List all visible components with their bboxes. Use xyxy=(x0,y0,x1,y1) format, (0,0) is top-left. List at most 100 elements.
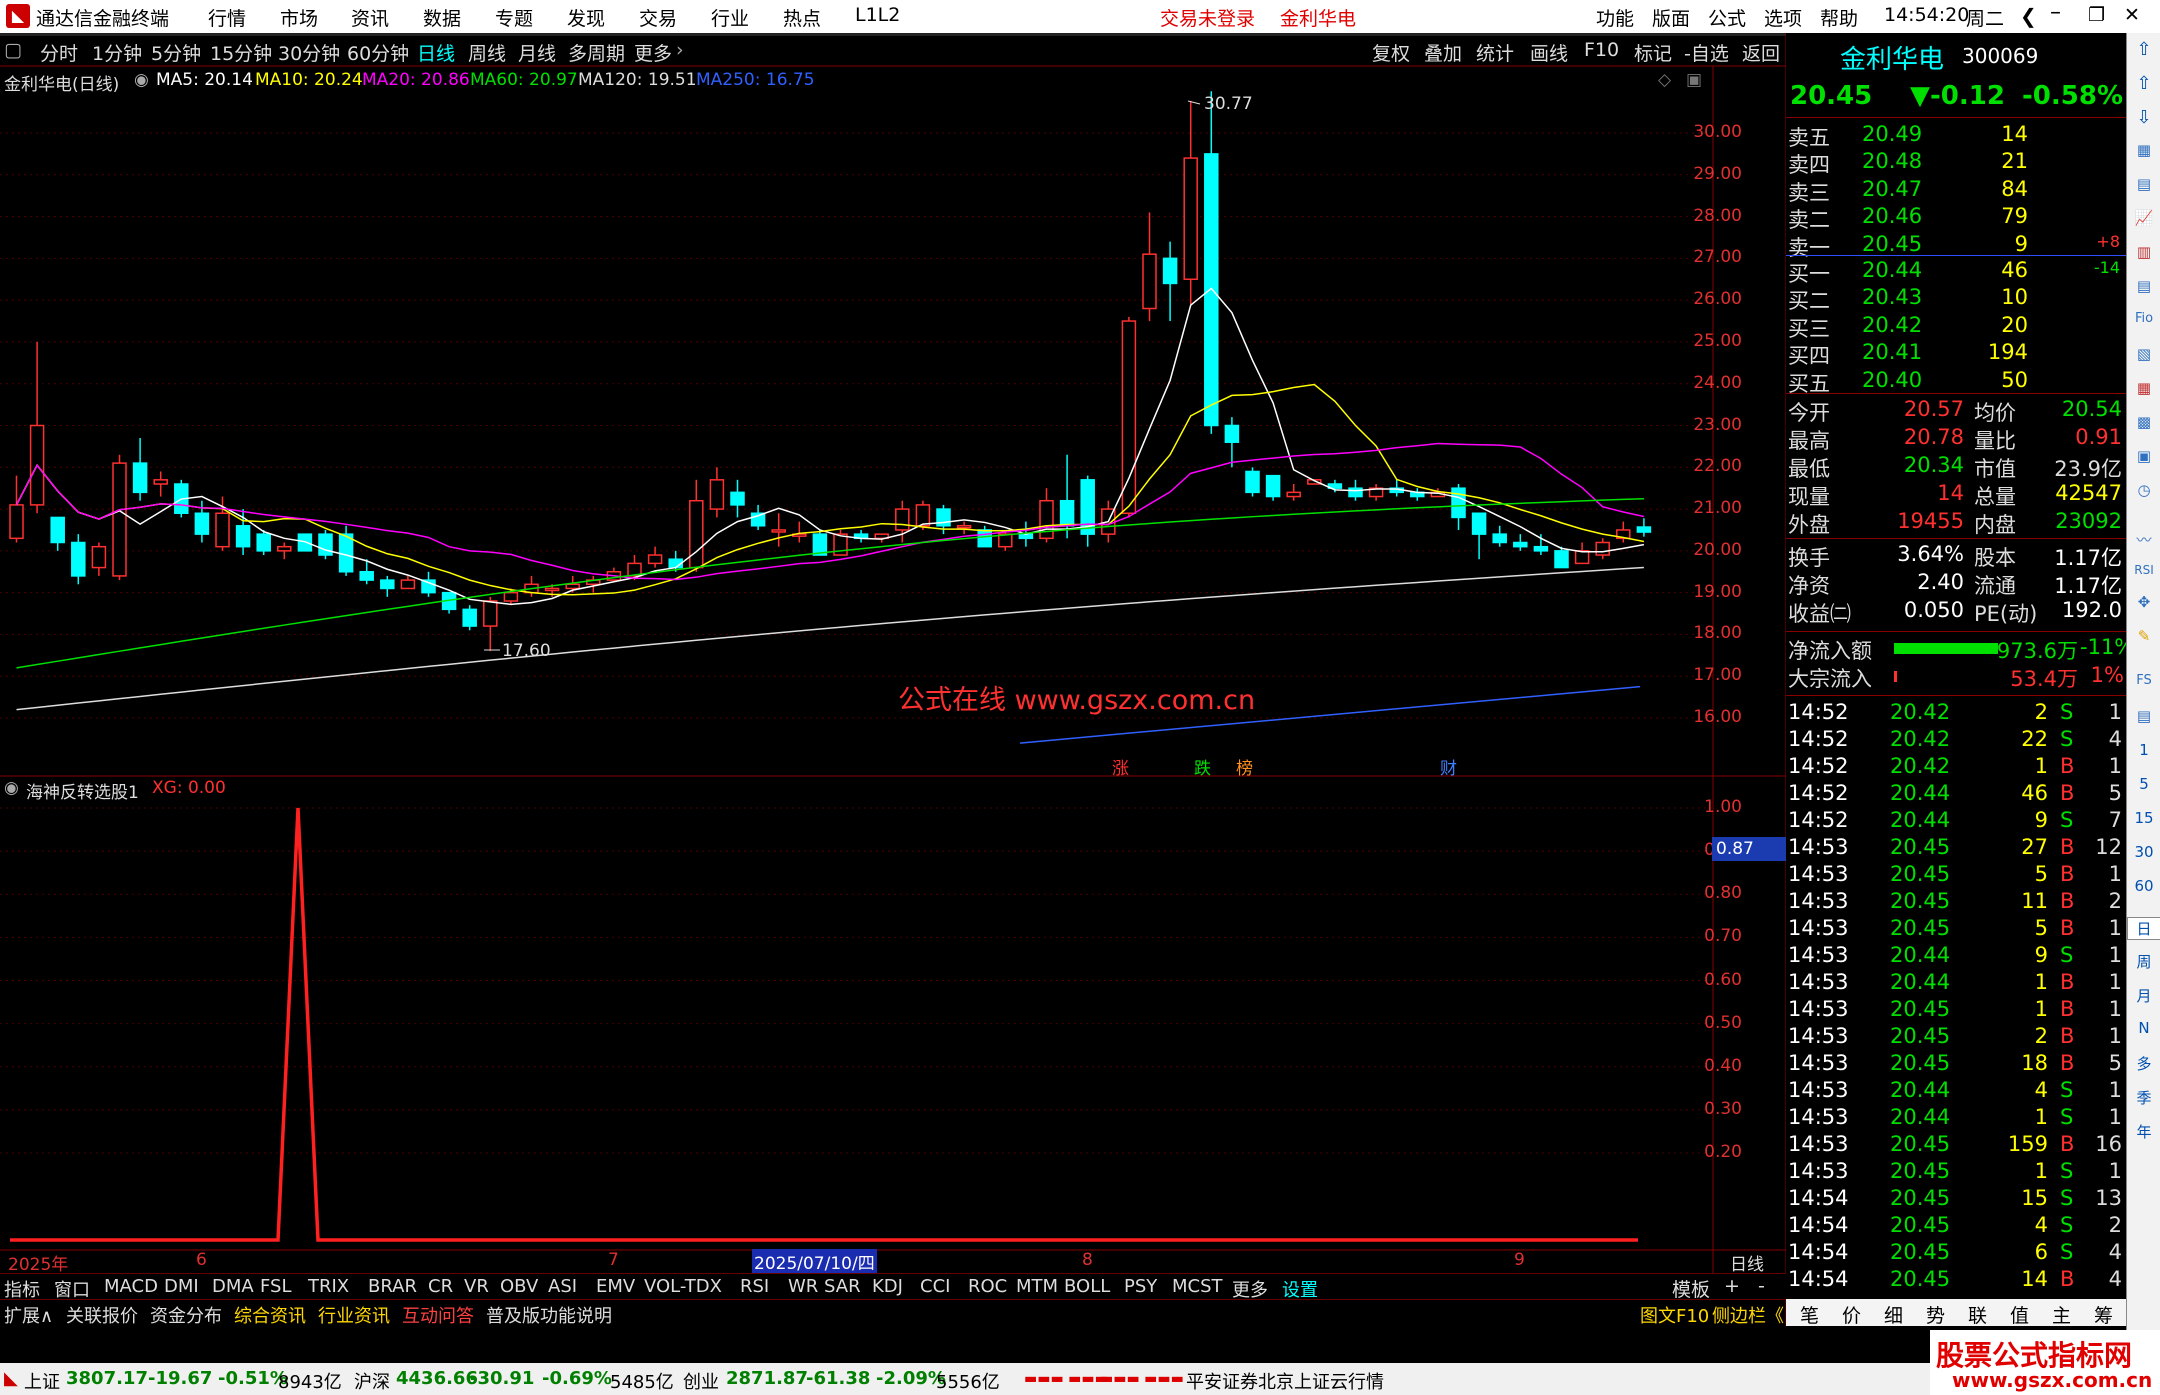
indicator-tab-5[interactable]: FSL xyxy=(260,1276,292,1297)
sidebar-grid-icon[interactable]: ▦ xyxy=(2127,141,2160,159)
tool-biaoji[interactable]: 标记 xyxy=(1634,39,1672,66)
back-icon[interactable]: ❮ xyxy=(2020,4,2037,28)
marker-cai[interactable]: 财 xyxy=(1440,754,1457,779)
menu-banmian[interactable]: 版面 xyxy=(1652,4,1690,31)
sidebar-fs[interactable]: FS xyxy=(2127,673,2160,688)
remove-indicator-button[interactable]: - xyxy=(1758,1275,1765,1297)
indicator-tab-11[interactable]: ASI xyxy=(548,1276,577,1297)
right-tab-2[interactable]: 细 xyxy=(1884,1301,1903,1328)
sidebar-quarter[interactable]: 季 xyxy=(2127,1087,2160,1108)
indicator-tab-22[interactable]: PSY xyxy=(1124,1276,1157,1297)
sidebar-30min[interactable]: 30 xyxy=(2127,843,2160,861)
menu-redian[interactable]: 热点 xyxy=(783,4,821,31)
add-indicator-button[interactable]: + xyxy=(1724,1275,1740,1297)
sidebar-table-icon[interactable]: ▤ xyxy=(2127,175,2160,193)
sidebar-kline-icon[interactable]: ▥ xyxy=(2127,243,2160,261)
tool-fanhui[interactable]: 返回 xyxy=(1742,39,1780,66)
indicator-tab-15[interactable]: WR xyxy=(788,1276,818,1297)
sidebar-news-icon[interactable]: ▦ xyxy=(2127,379,2160,397)
sidebar-arrow-up2-icon[interactable]: ⇧ xyxy=(2127,73,2160,94)
period-fenshi[interactable]: 分时 xyxy=(40,39,78,66)
sidebar-5min[interactable]: 5 xyxy=(2127,775,2160,793)
sidebar-rsi[interactable]: RSI xyxy=(2127,563,2160,577)
indicator-tab-14[interactable]: RSI xyxy=(740,1276,769,1297)
bottom-tab-4[interactable]: 行业资讯 xyxy=(318,1302,390,1328)
period-60min[interactable]: 60分钟 xyxy=(347,39,409,66)
right-tab-6[interactable]: 主 xyxy=(2052,1301,2071,1328)
sidebar-15min[interactable]: 15 xyxy=(2127,809,2160,827)
window-icon[interactable]: ▣ xyxy=(1686,70,1702,90)
settings-circle-icon[interactable]: ◉ xyxy=(134,70,149,90)
sidebar-clock-icon[interactable]: ◷ xyxy=(2127,481,2160,499)
tool-zixuan[interactable]: -自选 xyxy=(1684,39,1729,66)
period-weekly[interactable]: 周线 xyxy=(468,39,506,66)
indicator-tab-17[interactable]: KDJ xyxy=(872,1276,903,1297)
indicator-tab-7[interactable]: BRAR xyxy=(368,1276,417,1297)
right-tab-0[interactable]: 笔 xyxy=(1800,1301,1819,1328)
indicator-tab-20[interactable]: MTM xyxy=(1016,1276,1058,1297)
right-tab-4[interactable]: 联 xyxy=(1968,1301,1987,1328)
sidebar-f2-icon[interactable]: ▩ xyxy=(2127,413,2160,431)
menu-l1l2[interactable]: L1L2 xyxy=(855,4,900,26)
indicator-tab-16[interactable]: SAR xyxy=(824,1276,861,1297)
period-multi[interactable]: 多周期 xyxy=(568,39,625,66)
sidebar-60min[interactable]: 60 xyxy=(2127,877,2160,895)
period-15min[interactable]: 15分钟 xyxy=(210,39,272,66)
indicator-tab-9[interactable]: VR xyxy=(464,1276,489,1297)
chevron-right-icon[interactable]: › xyxy=(676,39,684,61)
menu-jiaoyi[interactable]: 交易 xyxy=(639,4,677,31)
indicator-settings-icon[interactable]: ◉ xyxy=(4,778,19,798)
menu-hangqing[interactable]: 行情 xyxy=(208,4,246,31)
bottom-tab-3[interactable]: 综合资讯 xyxy=(234,1302,306,1328)
period-daily[interactable]: 日线 xyxy=(417,39,455,66)
bottom-tab-1[interactable]: 关联报价 xyxy=(66,1302,138,1328)
bottom-tab-0[interactable]: 扩展∧ xyxy=(4,1302,53,1328)
sidebar-box-icon[interactable]: ▣ xyxy=(2127,447,2160,465)
indicator-tab-12[interactable]: EMV xyxy=(596,1276,635,1297)
menu-bangzhu[interactable]: 帮助 xyxy=(1820,4,1858,31)
sidebar-f-icon[interactable]: ▤ xyxy=(2127,707,2160,725)
f10-button[interactable]: 图文F10 xyxy=(1640,1302,1709,1328)
period-30min[interactable]: 30分钟 xyxy=(278,39,340,66)
period-more[interactable]: 更多 xyxy=(634,39,672,66)
tool-huaxian[interactable]: 画线 xyxy=(1530,39,1568,66)
status-sh-name[interactable]: 上证 xyxy=(24,1368,60,1394)
right-tab-7[interactable]: 筹 xyxy=(2094,1301,2113,1328)
minimize-icon[interactable]: – xyxy=(2050,0,2061,25)
marker-bang[interactable]: 榜 xyxy=(1236,754,1253,779)
tool-f10[interactable]: F10 xyxy=(1584,39,1619,61)
sidebar-1min[interactable]: 1 xyxy=(2127,741,2160,759)
indicator-tab-8[interactable]: CR xyxy=(428,1276,453,1297)
sidebar-day[interactable]: 日 xyxy=(2127,917,2160,940)
sidebar-list-icon[interactable]: ▤ xyxy=(2127,277,2160,295)
indicator-tab-2[interactable]: MACD xyxy=(104,1276,158,1297)
template-button[interactable]: 模板 xyxy=(1672,1275,1710,1302)
menu-gongneng[interactable]: 功能 xyxy=(1596,4,1634,31)
restore-icon[interactable]: ❐ xyxy=(2088,4,2105,26)
right-tab-1[interactable]: 价 xyxy=(1842,1301,1861,1328)
close-icon[interactable]: ✕ xyxy=(2124,4,2140,26)
sidebar-n[interactable]: N xyxy=(2127,1019,2160,1037)
sidebar-multi[interactable]: 多 xyxy=(2127,1053,2160,1074)
period-monthly[interactable]: 月线 xyxy=(518,39,556,66)
indicator-tab-6[interactable]: TRIX xyxy=(308,1276,349,1297)
tool-tongji[interactable]: 统计 xyxy=(1476,39,1514,66)
marker-die[interactable]: 跌 xyxy=(1194,754,1211,779)
menu-faxian[interactable]: 发现 xyxy=(567,4,605,31)
status-signal-icon[interactable]: ▬▬▬ ▬▬▬ xyxy=(1024,1371,1108,1387)
menu-zixun[interactable]: 资讯 xyxy=(351,4,389,31)
indicator-tab-23[interactable]: MCST xyxy=(1172,1276,1223,1297)
sidebar-arrow-down-icon[interactable]: ⇩ xyxy=(2127,107,2160,128)
menu-shichang[interactable]: 市场 xyxy=(280,4,318,31)
sidebar-fio-icon[interactable]: Fio xyxy=(2127,311,2160,326)
sidebar-doc-icon[interactable]: ▧ xyxy=(2127,345,2160,363)
bottom-tab-5[interactable]: 互动问答 xyxy=(402,1302,474,1328)
indicator-tab-13[interactable]: VOL-TDX xyxy=(644,1276,722,1297)
sidebar-toggle[interactable]: 侧边栏《 xyxy=(1712,1302,1784,1328)
menu-gongshi[interactable]: 公式 xyxy=(1708,4,1746,31)
status-sz-name[interactable]: 沪深 xyxy=(354,1368,390,1394)
sidebar-move-icon[interactable]: ✥ xyxy=(2127,593,2160,611)
tool-fuquan[interactable]: 复权 xyxy=(1372,39,1410,66)
sidebar-wave-icon[interactable]: 〰 xyxy=(2127,529,2160,550)
menu-zhuanti[interactable]: 专题 xyxy=(495,4,533,31)
